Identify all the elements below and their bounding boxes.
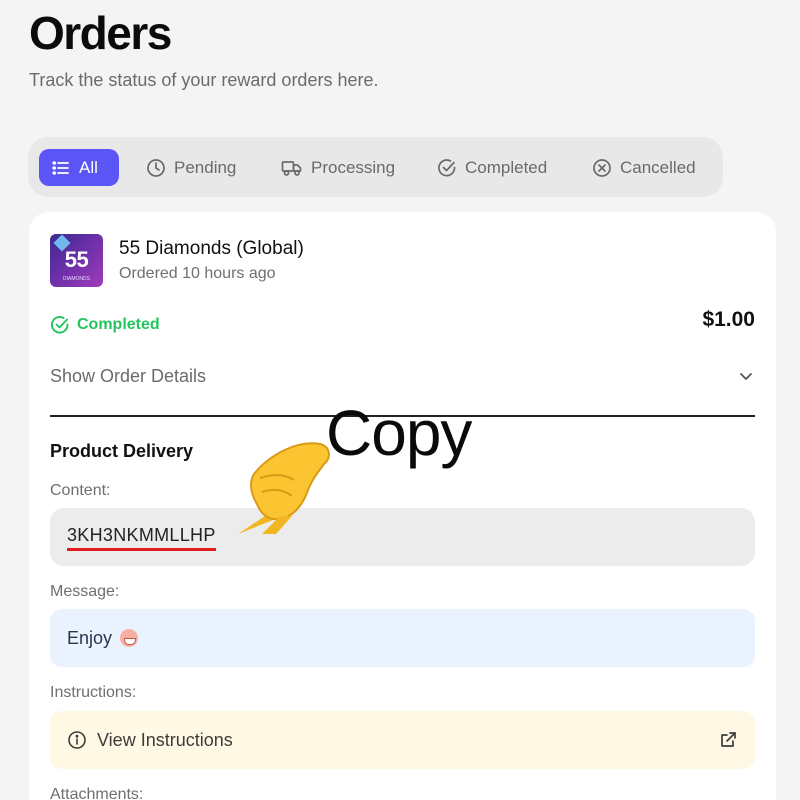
tab-label: Pending (174, 157, 237, 177)
status-label: Completed (77, 316, 160, 333)
info-icon (68, 731, 86, 749)
thumbnail-caption: DIAMONDS (63, 276, 90, 282)
order-card: 55 DIAMONDS 55 Diamonds (Global) Ordered… (29, 212, 776, 800)
tab-label: Completed (465, 157, 548, 177)
order-time: Ordered 10 hours ago (119, 265, 276, 282)
external-link-icon (721, 732, 736, 747)
order-filter-bar: All Pending Processing Completed Cancell… (28, 137, 723, 197)
truck-icon (281, 160, 302, 176)
tab-pending[interactable]: Pending (134, 149, 248, 186)
tab-completed[interactable]: Completed (425, 149, 559, 186)
instructions-label: Instructions: (50, 684, 137, 701)
chevron-down-icon (740, 373, 752, 380)
message-box: Enjoy (50, 609, 755, 667)
product-delivery-heading: Product Delivery (50, 441, 194, 461)
delivery-code[interactable]: 3KH3NKMMLLHP (67, 525, 216, 551)
view-instructions-link[interactable]: View Instructions (50, 711, 755, 769)
tab-cancelled[interactable]: Cancelled (580, 149, 708, 186)
status-badge: Completed (50, 315, 160, 335)
page-title: Orders (29, 7, 172, 59)
list-icon (52, 160, 69, 175)
tab-label: Cancelled (620, 157, 696, 177)
attachments-label: Attachments: (50, 786, 144, 800)
copy-annotation: Copy (326, 397, 472, 469)
pointing-hand-icon (238, 442, 330, 534)
x-circle-icon (593, 158, 611, 177)
grinning-face-icon (120, 629, 139, 647)
instructions-link-label: View Instructions (97, 729, 233, 750)
tab-processing[interactable]: Processing (269, 149, 407, 186)
message-text: Enjoy (67, 627, 113, 648)
check-circle-icon (438, 158, 456, 176)
details-toggle-label: Show Order Details (50, 365, 207, 386)
show-order-details-toggle[interactable]: Show Order Details (50, 362, 755, 390)
check-circle-icon (50, 316, 69, 334)
content-field[interactable]: 3KH3NKMMLLHP (50, 508, 755, 566)
product-name: 55 Diamonds (Global) (119, 238, 304, 259)
tab-all[interactable]: All (39, 149, 119, 186)
message-label: Message: (50, 583, 120, 600)
order-price: $1.00 (702, 308, 755, 331)
content-label: Content: (50, 482, 111, 499)
page-subtitle: Track the status of your reward orders h… (29, 70, 379, 90)
thumbnail-count: 55 (64, 247, 89, 272)
tab-label: All (79, 157, 98, 177)
product-thumbnail: 55 DIAMONDS (50, 234, 103, 287)
clock-icon (147, 158, 165, 177)
tab-label: Processing (311, 157, 396, 177)
